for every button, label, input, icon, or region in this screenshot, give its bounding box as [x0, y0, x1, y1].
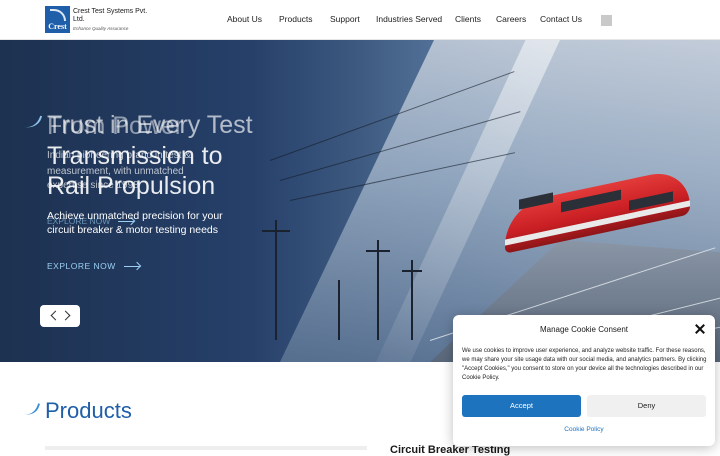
train-image: [505, 166, 690, 258]
power-tower: [411, 260, 413, 340]
arrow-right-icon: [123, 266, 140, 268]
power-tower-arm: [262, 230, 290, 232]
cookie-policy-link[interactable]: Cookie Policy: [453, 426, 715, 433]
hero-title-line1: From Power: [47, 112, 184, 140]
cookie-title: Manage Cookie Consent: [539, 325, 629, 334]
product-card: [45, 446, 367, 450]
nav-careers[interactable]: Careers: [496, 14, 526, 24]
site-header: Crest Crest Test Systems Pvt. Ltd. Enhan…: [0, 0, 720, 40]
hero-subtitle: Achieve unmatched precision for your cir…: [47, 210, 223, 236]
search-icon[interactable]: [601, 15, 612, 26]
power-tower: [338, 280, 340, 340]
accept-button[interactable]: Accept: [462, 395, 581, 417]
close-icon[interactable]: [695, 324, 705, 334]
nav-contact-us[interactable]: Contact Us: [540, 14, 582, 24]
deny-button[interactable]: Deny: [587, 395, 706, 417]
accent-swoosh-icon: [24, 113, 40, 131]
accent-swoosh-icon: [24, 401, 40, 419]
explore-now-label: EXPLORE NOW: [47, 261, 116, 271]
nav-support[interactable]: Support: [330, 14, 360, 24]
cookie-consent-dialog: Manage Cookie Consent We use cookies to …: [453, 315, 715, 446]
power-tower: [275, 220, 277, 340]
chevron-left-icon[interactable]: [50, 310, 61, 321]
nav-products[interactable]: Products: [279, 14, 313, 24]
nav-clients[interactable]: Clients: [455, 14, 481, 24]
brand-logo[interactable]: Crest Crest Test Systems Pvt. Ltd. Enhan…: [45, 6, 147, 34]
hero-title-line2: Transmission to: [47, 142, 223, 170]
power-tower: [377, 240, 379, 340]
brand-name: Crest Test Systems Pvt. Ltd.: [73, 8, 148, 23]
hero-slider: Trust in Every Test Indian pioneering br…: [0, 40, 720, 362]
power-tower-arm: [366, 250, 390, 252]
products-heading: Products: [45, 398, 132, 423]
cookie-body: We use cookies to improve user experienc…: [462, 348, 707, 381]
logo-mark: Crest: [45, 6, 70, 33]
slider-controls: [40, 305, 80, 327]
chevron-right-icon[interactable]: [60, 310, 71, 321]
hero-title-line3: Rail Propulsion: [47, 172, 216, 200]
nav-about-us[interactable]: About Us: [227, 14, 262, 24]
brand-tagline: Enhance Quality Assurance: [73, 26, 129, 31]
power-tower-arm: [402, 270, 422, 272]
explore-now-link[interactable]: EXPLORE NOW: [47, 261, 140, 271]
nav-industries-served[interactable]: Industries Served: [376, 14, 442, 24]
